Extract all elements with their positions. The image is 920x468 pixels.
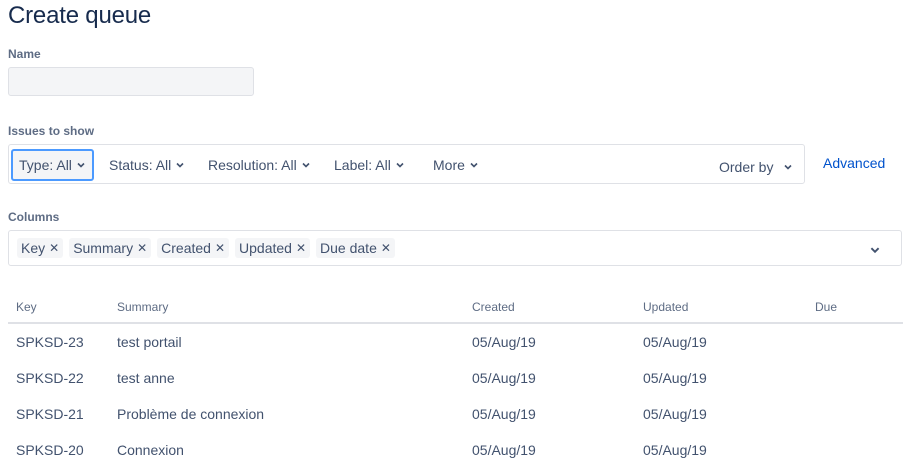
column-tag-label: Summary [73, 240, 134, 256]
type-filter[interactable]: Type: All [11, 149, 94, 181]
column-tag-summary: Summary ✕ [69, 238, 152, 258]
issue-created: 05/Aug/19 [472, 406, 536, 422]
remove-icon[interactable]: ✕ [381, 241, 391, 255]
chevron-down-icon [470, 162, 478, 168]
column-header-updated[interactable]: Updated [635, 292, 807, 324]
name-input[interactable] [8, 67, 254, 96]
issue-updated: 05/Aug/19 [643, 442, 707, 458]
remove-icon[interactable]: ✕ [215, 241, 225, 255]
column-tag-created: Created ✕ [157, 238, 230, 258]
column-tag-label: Updated [239, 240, 292, 256]
chevron-down-icon [176, 162, 184, 168]
status-filter-label: Status: All [109, 157, 172, 173]
table-row[interactable]: SPKSD-21 Problème de connexion 05/Aug/19… [8, 396, 903, 432]
table-row[interactable]: SPKSD-23 test portail 05/Aug/19 05/Aug/1… [8, 323, 903, 360]
issue-due [807, 432, 903, 468]
columns-label: Columns [8, 210, 60, 224]
remove-icon[interactable]: ✕ [137, 241, 147, 255]
issue-key: SPKSD-23 [16, 334, 84, 350]
issue-created: 05/Aug/19 [472, 442, 536, 458]
issues-table: Key Summary Created Updated Due SPKSD-23… [8, 292, 903, 468]
type-filter-label: Type: All [19, 157, 72, 173]
chevron-down-icon [302, 162, 310, 168]
order-by-dropdown[interactable]: Order by [719, 153, 793, 181]
issue-updated: 05/Aug/19 [643, 406, 707, 422]
column-header-summary[interactable]: Summary [109, 292, 464, 324]
column-header-created[interactable]: Created [464, 292, 635, 324]
advanced-link[interactable]: Advanced [823, 155, 885, 171]
issue-summary: test anne [117, 370, 175, 386]
resolution-filter[interactable]: Resolution: All [208, 151, 311, 179]
remove-icon[interactable]: ✕ [49, 241, 59, 255]
issue-summary: Connexion [117, 442, 184, 458]
more-filter-label: More [433, 157, 465, 173]
column-tag-key: Key ✕ [17, 238, 64, 258]
issue-key: SPKSD-22 [16, 370, 84, 386]
name-label: Name [8, 47, 41, 61]
chevron-down-icon [77, 162, 85, 168]
issue-updated: 05/Aug/19 [643, 370, 707, 386]
column-tag-updated: Updated ✕ [235, 238, 311, 258]
order-by-label: Order by [719, 159, 774, 175]
issue-due [807, 323, 903, 360]
table-header-row: Key Summary Created Updated Due [8, 292, 903, 324]
status-filter[interactable]: Status: All [109, 151, 185, 179]
issue-summary: Problème de connexion [117, 406, 265, 422]
chevron-down-icon[interactable] [869, 244, 881, 256]
issue-created: 05/Aug/19 [472, 370, 536, 386]
column-header-key[interactable]: Key [8, 292, 109, 324]
column-tag-label: Key [21, 240, 46, 256]
table-row[interactable]: SPKSD-22 test anne 05/Aug/19 05/Aug/19 [8, 360, 903, 396]
issue-key: SPKSD-21 [16, 406, 84, 422]
issue-created: 05/Aug/19 [472, 334, 536, 350]
label-filter-label: Label: All [334, 157, 391, 173]
chevron-down-icon [396, 162, 404, 168]
more-filter[interactable]: More [433, 151, 479, 179]
issues-to-show-label: Issues to show [8, 124, 95, 138]
column-tag-label: Created [161, 240, 211, 256]
table-row[interactable]: SPKSD-20 Connexion 05/Aug/19 05/Aug/19 [8, 432, 903, 468]
issue-key: SPKSD-20 [16, 442, 84, 458]
issue-summary: test portail [117, 334, 182, 350]
page-title: Create queue [8, 2, 152, 29]
chevron-down-icon [784, 164, 793, 170]
filter-bar: Type: All Status: All Resolution: All La… [8, 144, 805, 184]
column-tags: Key ✕ Summary ✕ Created ✕ Updated ✕ Due … [17, 238, 395, 258]
label-filter[interactable]: Label: All [334, 151, 405, 179]
column-header-due[interactable]: Due [807, 292, 903, 324]
remove-icon[interactable]: ✕ [296, 241, 306, 255]
column-tag-due-date: Due date ✕ [316, 238, 395, 258]
issue-updated: 05/Aug/19 [643, 334, 707, 350]
issue-due [807, 396, 903, 432]
issue-due [807, 360, 903, 396]
column-tag-label: Due date [320, 240, 377, 256]
resolution-filter-label: Resolution: All [208, 157, 297, 173]
columns-selector[interactable]: Key ✕ Summary ✕ Created ✕ Updated ✕ Due … [8, 230, 902, 266]
